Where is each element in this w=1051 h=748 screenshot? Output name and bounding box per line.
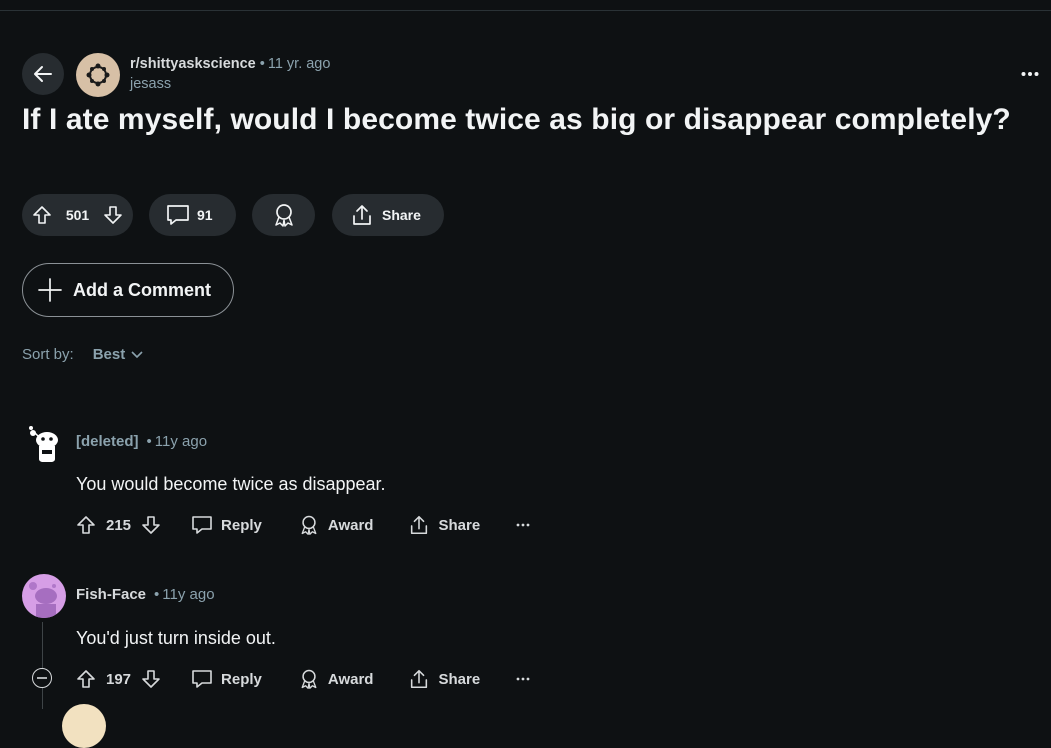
comment-more-options-button[interactable] [516, 677, 530, 681]
snoo-avatar-icon [29, 582, 57, 618]
reply-avatar-partial [62, 704, 106, 748]
add-comment-label: Add a Comment [73, 279, 212, 300]
sort-dropdown[interactable]: Best [93, 346, 144, 363]
award-label: Award [327, 516, 374, 534]
add-comment-button[interactable]: Add a Comment [22, 263, 234, 317]
share-button[interactable]: Share [332, 194, 444, 236]
comment-header: Fish-Face • 11y ago [76, 586, 215, 603]
downvote-icon[interactable] [141, 669, 161, 689]
comment-avatar-fish-face[interactable] [22, 574, 66, 618]
separator-dot: • [146, 433, 152, 450]
share-label: Share [438, 670, 481, 688]
sort-value: Best [92, 346, 126, 363]
comment-author: [deleted] [76, 433, 139, 450]
sort-label: Sort by: [22, 346, 74, 363]
upvote-icon[interactable] [76, 669, 96, 689]
comment-body: You would become twice as disappear. [76, 474, 386, 494]
comment-actions: 197 Reply Award Share [76, 664, 530, 694]
minus-icon [37, 677, 47, 679]
collapse-thread-button[interactable] [32, 668, 52, 688]
award-icon [271, 202, 297, 228]
more-horizontal-icon [1021, 71, 1039, 77]
post-title: If I ate myself, would I become twice as… [22, 103, 1011, 136]
back-button[interactable] [22, 53, 64, 95]
comment-vote: 197 [76, 669, 161, 689]
plus-icon [37, 277, 63, 303]
reply-button[interactable]: Reply [191, 514, 262, 536]
upvote-icon[interactable] [76, 515, 96, 535]
award-icon [298, 668, 320, 690]
award-label: Award [327, 670, 374, 688]
comment-vote: 215 [76, 515, 161, 535]
comment-vote-count: 197 [106, 670, 132, 688]
molecule-icon [84, 61, 112, 89]
comment-time: 11y ago [162, 586, 215, 603]
comment-actions: 215 Reply Award Share [76, 510, 530, 540]
subreddit-avatar[interactable] [76, 53, 120, 97]
more-horizontal-icon [516, 523, 530, 527]
subreddit-link[interactable]: r/shittyaskscience [130, 56, 256, 72]
comment-body: You'd just turn inside out. [76, 628, 276, 648]
share-label: Share [438, 516, 481, 534]
reply-label: Reply [221, 670, 262, 688]
award-button[interactable]: Award [298, 514, 374, 536]
comment-bubble-icon [191, 514, 213, 536]
arrow-left-icon [32, 63, 54, 85]
share-label: Share [382, 207, 421, 223]
separator-dot: • [259, 56, 265, 72]
chevron-down-icon [131, 350, 143, 359]
share-icon [350, 203, 374, 227]
comment-author[interactable]: Fish-Face [76, 586, 146, 603]
downvote-icon[interactable] [141, 515, 161, 535]
post-more-options-button[interactable] [1019, 66, 1041, 82]
post-vote-pill: 501 [22, 194, 133, 236]
separator-dot: • [154, 586, 160, 603]
post-time: 11 yr. ago [267, 56, 331, 72]
comment-avatar-deleted [22, 420, 66, 464]
comment-more-options-button[interactable] [516, 523, 530, 527]
snoo-icon [29, 426, 58, 462]
comment-header: [deleted] • 11y ago [76, 433, 207, 450]
share-icon [408, 514, 430, 536]
reply-button[interactable]: Reply [191, 668, 262, 690]
award-icon [298, 514, 320, 536]
sort-control: Sort by: Best [22, 346, 143, 363]
award-button[interactable]: Award [298, 668, 374, 690]
share-button[interactable]: Share [408, 514, 480, 536]
upvote-icon[interactable] [32, 205, 52, 225]
award-button[interactable] [252, 194, 315, 236]
post-author[interactable]: jesass [130, 76, 330, 92]
comment-time: 11y ago [154, 433, 208, 450]
share-button[interactable]: Share [408, 668, 480, 690]
post-vote-count: 501 [65, 207, 90, 223]
downvote-icon[interactable] [103, 205, 123, 225]
top-divider [0, 10, 1051, 11]
reply-label: Reply [221, 516, 262, 534]
comment-vote-count: 215 [106, 516, 132, 534]
post-meta: r/shittyaskscience • 11 yr. ago jesass [130, 56, 330, 92]
share-icon [408, 668, 430, 690]
thread-line [42, 622, 43, 709]
comment-bubble-icon [165, 202, 191, 228]
comment-count: 91 [197, 207, 213, 223]
comments-button[interactable]: 91 [149, 194, 236, 236]
more-horizontal-icon [516, 677, 530, 681]
comment-bubble-icon [191, 668, 213, 690]
